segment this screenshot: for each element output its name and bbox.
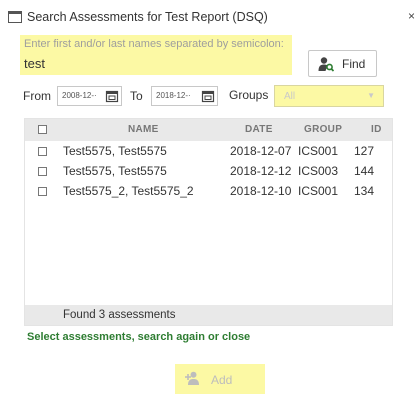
find-label: Find: [342, 57, 366, 71]
to-date-value: 2018-12-·: [156, 91, 191, 100]
close-icon[interactable]: ×: [408, 9, 415, 23]
results-count: Found 3 assessments: [63, 309, 176, 321]
table-row[interactable]: Test5575, Test5575 2018-12-12 ICS003 144: [25, 162, 392, 181]
row-group: ICS001: [298, 184, 339, 198]
row-group: ICS001: [298, 144, 339, 158]
row-id: 144: [354, 164, 375, 178]
row-name: Test5575_2, Test5575_2: [63, 184, 194, 198]
groups-value: All: [284, 91, 296, 102]
search-hint: Enter first and/or last names separated …: [24, 38, 284, 50]
row-group: ICS003: [298, 164, 339, 178]
search-panel: Enter first and/or last names separated …: [20, 35, 292, 75]
status-message: Select assessments, search again or clos…: [27, 331, 251, 343]
row-checkbox[interactable]: [38, 167, 47, 176]
row-id: 134: [354, 184, 375, 198]
chevron-down-icon: ▼: [367, 91, 375, 100]
calendar-icon[interactable]: [105, 89, 119, 103]
column-header-group[interactable]: GROUP: [304, 124, 342, 135]
row-name: Test5575, Test5575: [63, 164, 167, 178]
to-label: To: [130, 89, 143, 103]
table-row[interactable]: Test5575, Test5575 2018-12-07 ICS001 127: [25, 142, 392, 161]
column-header-name[interactable]: NAME: [128, 124, 159, 135]
groups-select[interactable]: All ▼: [274, 85, 384, 107]
find-button[interactable]: Find: [308, 50, 377, 77]
from-date-value: 2008-12-·: [62, 91, 97, 100]
row-date: 2018-12-07: [230, 144, 292, 158]
name-search-input[interactable]: [24, 53, 288, 73]
to-date-field[interactable]: 2018-12-·: [151, 86, 218, 106]
dialog-title: Search Assessments for Test Report (DSQ): [27, 10, 268, 24]
title-bar: Search Assessments for Test Report (DSQ)…: [0, 0, 420, 34]
grid-footer: Found 3 assessments: [25, 305, 392, 325]
row-checkbox[interactable]: [38, 187, 47, 196]
row-id: 127: [354, 144, 375, 158]
table-row[interactable]: Test5575_2, Test5575_2 2018-12-10 ICS001…: [25, 182, 392, 201]
assessments-grid: NAME DATE GROUP ID Test5575, Test5575 20…: [24, 118, 393, 326]
groups-label: Groups: [229, 88, 269, 102]
calendar-icon[interactable]: [201, 89, 215, 103]
from-date-field[interactable]: 2008-12-·: [57, 86, 122, 106]
user-search-icon: [318, 57, 334, 72]
add-button[interactable]: Add: [175, 364, 265, 394]
add-label: Add: [211, 373, 233, 387]
column-header-id[interactable]: ID: [371, 124, 382, 135]
row-name: Test5575, Test5575: [63, 144, 167, 158]
select-all-checkbox[interactable]: [38, 125, 47, 134]
row-date: 2018-12-10: [230, 184, 292, 198]
column-header-date[interactable]: DATE: [245, 124, 273, 135]
row-checkbox[interactable]: [38, 147, 47, 156]
add-user-icon: [185, 371, 199, 385]
window-icon: [8, 11, 22, 23]
from-label: From: [23, 89, 51, 103]
row-date: 2018-12-12: [230, 164, 292, 178]
grid-header: NAME DATE GROUP ID: [25, 119, 392, 141]
